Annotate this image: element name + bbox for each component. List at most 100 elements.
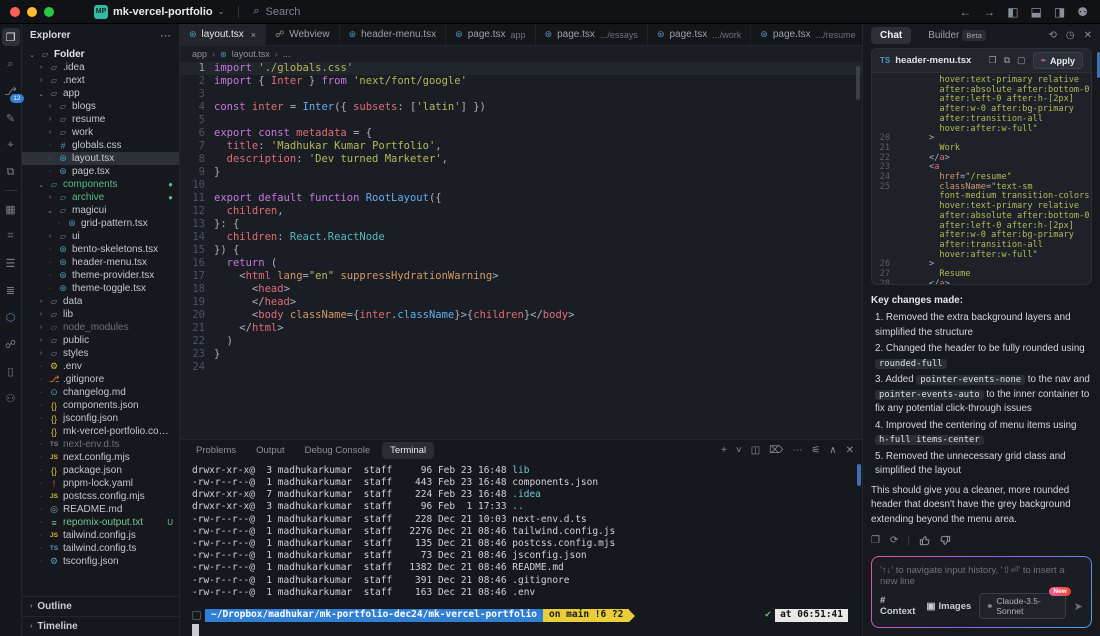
layers-icon[interactable]: ≣	[2, 281, 20, 299]
panel-tab-terminal[interactable]: Terminal	[382, 442, 435, 460]
context-button[interactable]: # Context	[880, 595, 919, 617]
tree-item[interactable]: ⌄ ▱ magicui	[22, 204, 179, 217]
terminal-dropdown-icon[interactable]: ˅	[736, 445, 742, 456]
tree-item[interactable]: · TS tailwind.config.ts	[22, 542, 179, 555]
tree-item[interactable]: ⌄ ▱ Folder	[22, 48, 179, 61]
tree-item[interactable]: · ⊙ changelog.md	[22, 386, 179, 399]
tree-item[interactable]: › ▱ styles	[22, 347, 179, 360]
close-tab-icon[interactable]: ×	[251, 30, 256, 40]
tree-item[interactable]: · ≡ repomix-output.txt U	[22, 516, 179, 529]
create-file-icon[interactable]: ▢	[1017, 55, 1026, 66]
back-icon[interactable]: ←	[959, 5, 971, 19]
sidebar-section-timeline[interactable]: › Timeline	[22, 616, 179, 636]
editor-tab[interactable]: ⊛ page.tsx .../essays	[536, 24, 648, 45]
model-selector[interactable]: ⚭ Claude-3.5-Sonnet New	[979, 587, 1071, 619]
chat-tab-builder[interactable]: Builder Beta	[919, 27, 995, 44]
database-icon[interactable]: ☰	[2, 254, 20, 272]
terminal-scrollbar[interactable]	[857, 463, 861, 486]
editor-tab[interactable]: ⊛ layout.tsx ×	[180, 24, 267, 45]
forward-icon[interactable]: →	[983, 5, 995, 19]
ai-assistant-icon[interactable]: ⚇	[2, 389, 20, 407]
tree-item[interactable]: · ⊛ layout.tsx	[22, 152, 179, 165]
tree-item[interactable]: · {} components.json	[22, 399, 179, 412]
insert-code-icon[interactable]: ⧉	[1004, 55, 1010, 66]
breadcrumb-part[interactable]: ...	[283, 49, 291, 59]
tree-item[interactable]: · ⚙ tsconfig.json	[22, 555, 179, 568]
tree-item[interactable]: ·! pnpm-lock.yaml	[22, 477, 179, 490]
tree-item[interactable]: · ⊛ page.tsx	[22, 165, 179, 178]
new-terminal-icon[interactable]: +	[721, 445, 727, 456]
search-icon[interactable]: ⌕	[2, 55, 20, 73]
tree-item[interactable]: · ⊛ header-menu.tsx	[22, 256, 179, 269]
editor-tab[interactable]: ☍ Webview	[266, 24, 340, 45]
tree-item[interactable]: › ▱ lib	[22, 308, 179, 321]
tree-item[interactable]: · ◎ README.md	[22, 503, 179, 516]
panel-tab-problems[interactable]: Problems	[188, 442, 244, 459]
close-panel-icon[interactable]: ✕	[846, 445, 854, 456]
tree-item[interactable]: › ▱ node_modules	[22, 321, 179, 334]
preview-icon[interactable]: ⧉	[2, 163, 20, 181]
tree-item[interactable]: ⌄ ▱ components ●	[22, 178, 179, 191]
tree-item[interactable]: · ⎇ .gitignore	[22, 373, 179, 386]
restore-checkpoint-icon[interactable]: ⟲	[1048, 30, 1056, 41]
tree-item[interactable]: › ▱ .next	[22, 74, 179, 87]
more-icon[interactable]: ⋯	[792, 445, 802, 456]
source-control-icon[interactable]: ⎇ 12	[2, 82, 24, 103]
tree-item[interactable]: · JS postcss.config.mjs	[22, 490, 179, 503]
chat-tab-chat[interactable]: Chat	[871, 26, 912, 44]
tree-item[interactable]: · ⊛ grid-pattern.tsx	[22, 217, 179, 230]
tree-item[interactable]: › ▱ .idea	[22, 61, 179, 74]
editor-tab[interactable]: ⊛ page.tsx app	[446, 24, 536, 45]
tree-item[interactable]: › ▱ work	[22, 126, 179, 139]
project-switcher[interactable]: MP mk-vercel-portfolio ⌄	[94, 4, 224, 19]
global-search[interactable]: ⌕ Search	[253, 5, 300, 18]
extensions-icon[interactable]: ▦	[2, 200, 20, 218]
tree-item[interactable]: · {} package.json	[22, 464, 179, 477]
remote-icon[interactable]: ✎	[2, 109, 20, 127]
close-chat-icon[interactable]: ✕	[1084, 30, 1092, 41]
tree-item[interactable]: · ⊛ theme-toggle.tsx	[22, 282, 179, 295]
tree-item[interactable]: · ⊛ theme-provider.tsx	[22, 269, 179, 282]
close-window-button[interactable]	[10, 6, 20, 17]
tree-item[interactable]: ⌄ ▱ app	[22, 87, 179, 100]
debug-icon[interactable]: ⌖	[2, 136, 20, 154]
thumbs-down-icon[interactable]	[940, 535, 951, 546]
copy-code-icon[interactable]: ❐	[989, 55, 997, 66]
live-preview-icon[interactable]: ⌗	[2, 227, 20, 245]
history-icon[interactable]: ◷	[1066, 30, 1075, 41]
tree-item[interactable]: › ▱ data	[22, 295, 179, 308]
tree-item[interactable]: › ▱ archive ●	[22, 191, 179, 204]
panel-tab-output[interactable]: Output	[248, 442, 293, 459]
toggle-right-panel-icon[interactable]: ◨	[1054, 5, 1065, 19]
breadcrumb-part[interactable]: layout.tsx	[232, 49, 270, 59]
panel-tab-debug-console[interactable]: Debug Console	[297, 442, 379, 459]
flow-icon[interactable]: ☍	[2, 335, 20, 353]
kill-terminal-icon[interactable]: ⌦	[769, 445, 783, 456]
editor-tab[interactable]: ⊛ page.tsx .../work	[648, 24, 752, 45]
tree-item[interactable]: › ▱ resume	[22, 113, 179, 126]
thumbs-up-icon[interactable]	[919, 535, 930, 546]
breadcrumb-part[interactable]: app	[192, 49, 207, 59]
breadcrumb[interactable]: app › ⊛ layout.tsx ›...	[180, 46, 862, 62]
apply-button[interactable]: ⌁ Apply	[1032, 52, 1083, 69]
code-editor[interactable]: 1 import './globals.css' 2 import { Inter }…	[180, 62, 862, 439]
tree-item[interactable]: · ⚙ .env	[22, 360, 179, 373]
sidebar-section-outline[interactable]: › Outline	[22, 596, 179, 616]
zoom-window-button[interactable]	[44, 6, 54, 17]
tree-item[interactable]: · JS tailwind.config.js	[22, 529, 179, 542]
editor-tab[interactable]: ⊛ header-menu.tsx	[340, 24, 447, 45]
tree-item[interactable]: · ⊛ bento-skeletons.tsx	[22, 243, 179, 256]
split-terminal-icon[interactable]: ◫	[751, 445, 760, 456]
copy-message-icon[interactable]: ❐	[871, 535, 880, 546]
regenerate-icon[interactable]: ⟳	[890, 535, 898, 546]
images-button[interactable]: ▣ Images	[927, 601, 972, 612]
panel-layout-icon[interactable]: ⚟	[811, 445, 820, 456]
account-icon[interactable]: ⚉	[1077, 5, 1088, 19]
tree-item[interactable]: · JS next.config.mjs	[22, 451, 179, 464]
tree-item[interactable]: · # globals.css	[22, 139, 179, 152]
maximize-panel-icon[interactable]: ∧	[829, 445, 836, 456]
tree-item[interactable]: › ▱ blogs	[22, 100, 179, 113]
tree-item[interactable]: › ▱ ui	[22, 230, 179, 243]
tree-item[interactable]: › ▱ public	[22, 334, 179, 347]
tree-item[interactable]: · TS next-env.d.ts	[22, 438, 179, 451]
